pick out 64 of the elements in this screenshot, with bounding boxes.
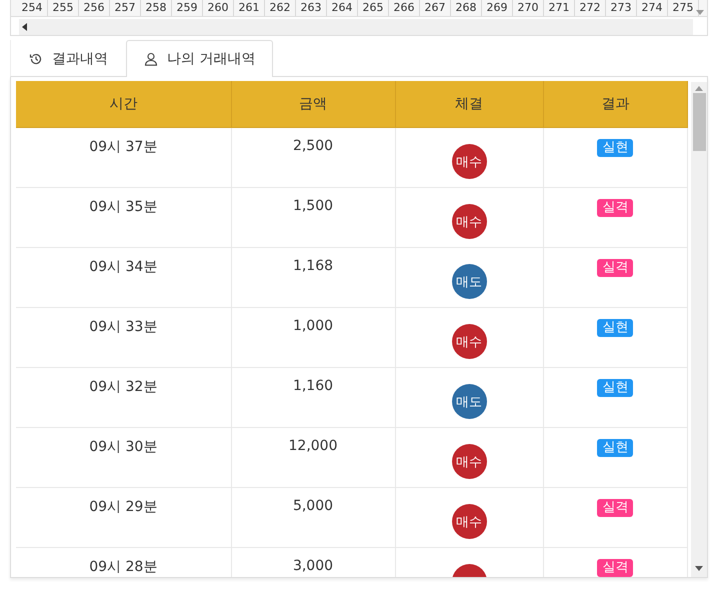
column-header: 결과 — [543, 81, 688, 128]
amount-cell: 1,168 — [231, 248, 395, 308]
column-header: 금액 — [231, 81, 395, 128]
user-icon — [144, 52, 158, 66]
scroll-left-icon[interactable] — [22, 23, 27, 31]
history-icon — [29, 52, 43, 66]
result-tag: 실격 — [597, 559, 634, 577]
amount-cell: 1,500 — [231, 188, 395, 248]
column-number: 272 — [575, 0, 606, 16]
column-number: 261 — [234, 0, 265, 16]
column-number: 264 — [327, 0, 358, 16]
result-tag: 실격 — [597, 199, 634, 217]
horizontal-scrollbar[interactable] — [19, 19, 693, 35]
trade-badge: 매도 — [452, 384, 486, 419]
result-tag: 실격 — [597, 259, 634, 277]
result-tag: 실현 — [597, 319, 634, 337]
time-cell: 09시 35분 — [16, 188, 231, 248]
column-number: 275 — [668, 0, 699, 16]
time-cell: 09시 34분 — [16, 248, 231, 308]
column-number: 270 — [513, 0, 544, 16]
time-cell: 09시 37분 — [16, 128, 231, 188]
vertical-scrollbar[interactable] — [691, 82, 707, 577]
trade-badge: 매수 — [452, 144, 486, 179]
column-number: 268 — [451, 0, 482, 16]
column-number: 269 — [482, 0, 513, 16]
time-cell: 09시 32분 — [16, 368, 231, 428]
column-number: 257 — [110, 0, 141, 16]
column-number: 271 — [544, 0, 575, 16]
result-tag: 실현 — [597, 139, 634, 157]
trade-badge: 매수 — [452, 324, 486, 359]
column-number: 263 — [296, 0, 327, 16]
amount-cell: 1,000 — [231, 308, 395, 368]
time-cell: 09시 28분 — [16, 548, 231, 577]
trade-badge: 매수 — [452, 204, 486, 239]
column-number: 262 — [265, 0, 296, 16]
result-tag: 실현 — [597, 379, 634, 397]
column-header: 시간 — [16, 81, 231, 128]
column-number: 255 — [48, 0, 79, 16]
tab[interactable]: 나의 거래내역 — [126, 40, 274, 77]
column-header: 체결 — [395, 81, 543, 128]
amount-cell: 12,000 — [231, 428, 395, 488]
amount-cell: 1,160 — [231, 368, 395, 428]
column-number: 265 — [358, 0, 389, 16]
column-number: 273 — [606, 0, 637, 16]
column-number: 254 — [17, 0, 48, 16]
amount-cell: 2,500 — [231, 128, 395, 188]
trade-badge: 매도 — [452, 264, 486, 299]
column-number: 267 — [420, 0, 451, 16]
column-number: 259 — [172, 0, 203, 16]
time-cell: 09시 33분 — [16, 308, 231, 368]
time-cell: 09시 30분 — [16, 428, 231, 488]
scroll-down-icon[interactable] — [695, 566, 703, 571]
amount-cell: 5,000 — [231, 488, 395, 548]
column-number: 274 — [637, 0, 668, 16]
result-tag: 실현 — [597, 439, 634, 457]
column-number: 260 — [203, 0, 234, 16]
scroll-thumb[interactable] — [692, 93, 706, 151]
column-number: 266 — [389, 0, 420, 16]
trade-badge: 매수 — [452, 504, 486, 539]
trade-badge: 매수 — [452, 444, 486, 479]
time-cell: 09시 29분 — [16, 488, 231, 548]
column-number: 258 — [141, 0, 172, 16]
result-tag: 실격 — [597, 499, 634, 517]
column-number: 256 — [79, 0, 110, 16]
